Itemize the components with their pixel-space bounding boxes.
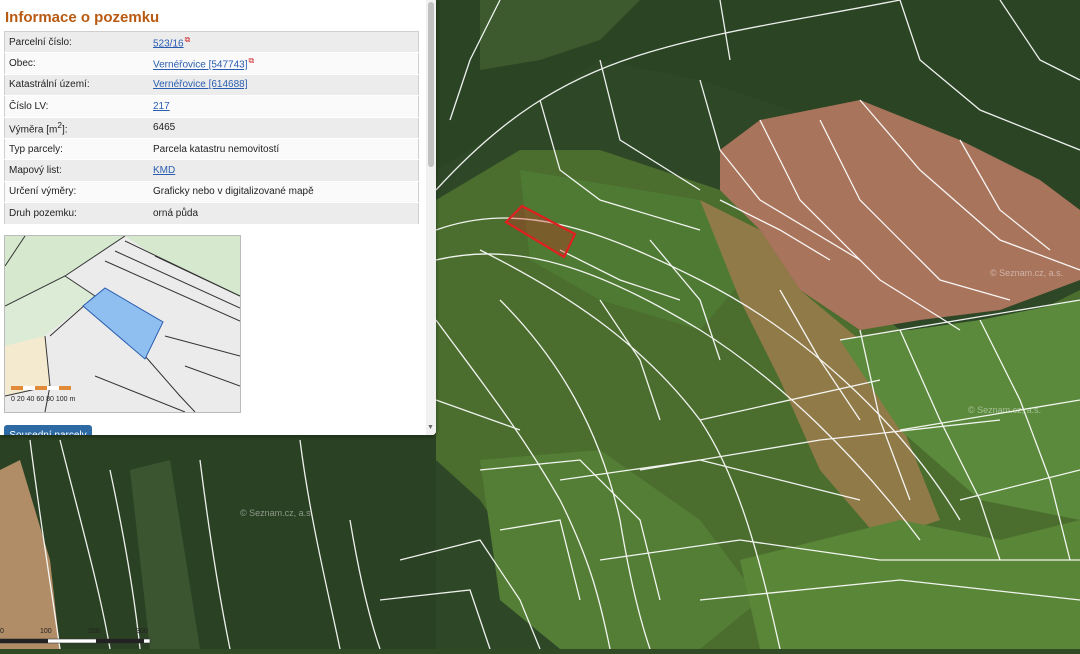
parcel-info-panel: Informace o pozemku Parcelní číslo: 523/… [0, 0, 436, 435]
row-value: KMD [149, 159, 419, 182]
map-watermark: © Seznam.cz, a.s. [990, 268, 1064, 278]
municipality-link[interactable]: Vernéřovice [547743] [153, 60, 248, 71]
ownership-sheet-link[interactable]: 217 [153, 101, 170, 112]
parcel-number-link[interactable]: 523/16 [153, 38, 184, 49]
panel-scrollbar[interactable]: ▼ [426, 0, 436, 435]
table-row: Typ parcely: Parcela katastru nemovitost… [4, 138, 419, 161]
row-label: Druh pozemku: [4, 202, 149, 225]
row-value: Graficky nebo v digitalizované mapě [149, 181, 419, 204]
external-link-icon[interactable]: ⧉ [249, 56, 255, 66]
row-value: Vernéřovice [547743]⧉ [149, 52, 419, 75]
row-value: Vernéřovice [614688] [149, 74, 419, 97]
row-value: 6465 [149, 117, 419, 139]
map-watermark: © Seznam.cz, a.s. [240, 508, 314, 518]
row-label: Typ parcely: [4, 138, 149, 161]
parcel-mini-map[interactable]: 0 20 40 60 80 100 m [4, 235, 241, 413]
table-row: Parcelní číslo: 523/16⧉ [4, 31, 419, 54]
scale-label: 60 [36, 396, 45, 403]
scale-label: 0 [11, 396, 15, 403]
scale-label: 100 m [55, 396, 76, 403]
scale-label: 20 [16, 396, 25, 403]
table-row: Výměra [m2]: 6465 [4, 117, 419, 139]
row-label: Obec: [4, 52, 149, 75]
map-watermark: © Seznam.cz, a.s. [968, 405, 1042, 415]
row-value: 217 [149, 95, 419, 118]
row-label: Katastrální území: [4, 74, 149, 97]
row-label: Výměra [m2]: [4, 117, 149, 139]
row-value: Parcela katastru nemovitostí [149, 138, 419, 161]
map-sheet-link[interactable]: KMD [153, 165, 175, 176]
row-label: Mapový list: [4, 159, 149, 182]
row-label: Parcelní číslo: [4, 31, 149, 54]
scale-tick: 0 [0, 628, 4, 635]
row-value: orná půda [149, 202, 419, 225]
scale-label: 80 [46, 396, 54, 403]
table-row: Katastrální území: Vernéřovice [614688] [4, 74, 419, 97]
scroll-down-icon[interactable]: ▼ [427, 424, 434, 431]
table-row: Určení výměry: Graficky nebo v digitaliz… [4, 181, 419, 204]
row-value: 523/16⧉ [149, 31, 419, 54]
cadastral-area-link[interactable]: Vernéřovice [614688] [153, 79, 248, 90]
neighbouring-parcels-button[interactable]: Sousední parcely [4, 425, 92, 435]
parcel-info-table: Parcelní číslo: 523/16⧉ Obec: Vernéřovic… [4, 31, 419, 225]
scale-tick: 200 [88, 628, 100, 635]
map-scale-bar: 0 100 200 300 [0, 628, 160, 649]
panel-title: Informace o pozemku [5, 9, 160, 26]
table-row: Mapový list: KMD [4, 159, 419, 182]
scrollbar-thumb[interactable] [428, 2, 434, 167]
table-row: Obec: Vernéřovice [547743]⧉ [4, 52, 419, 75]
row-label: Určení výměry: [4, 181, 149, 204]
scale-tick: 300 [136, 628, 148, 635]
mini-map-scale-labels: 0 20 40 60 80 100 m [11, 396, 75, 403]
scale-tick: 100 [40, 628, 52, 635]
table-row: Druh pozemku: orná půda [4, 202, 419, 225]
scale-label: 40 [26, 396, 35, 403]
row-label: Číslo LV: [4, 95, 149, 118]
external-link-icon[interactable]: ⧉ [185, 35, 191, 45]
table-row: Číslo LV: 217 [4, 95, 419, 118]
